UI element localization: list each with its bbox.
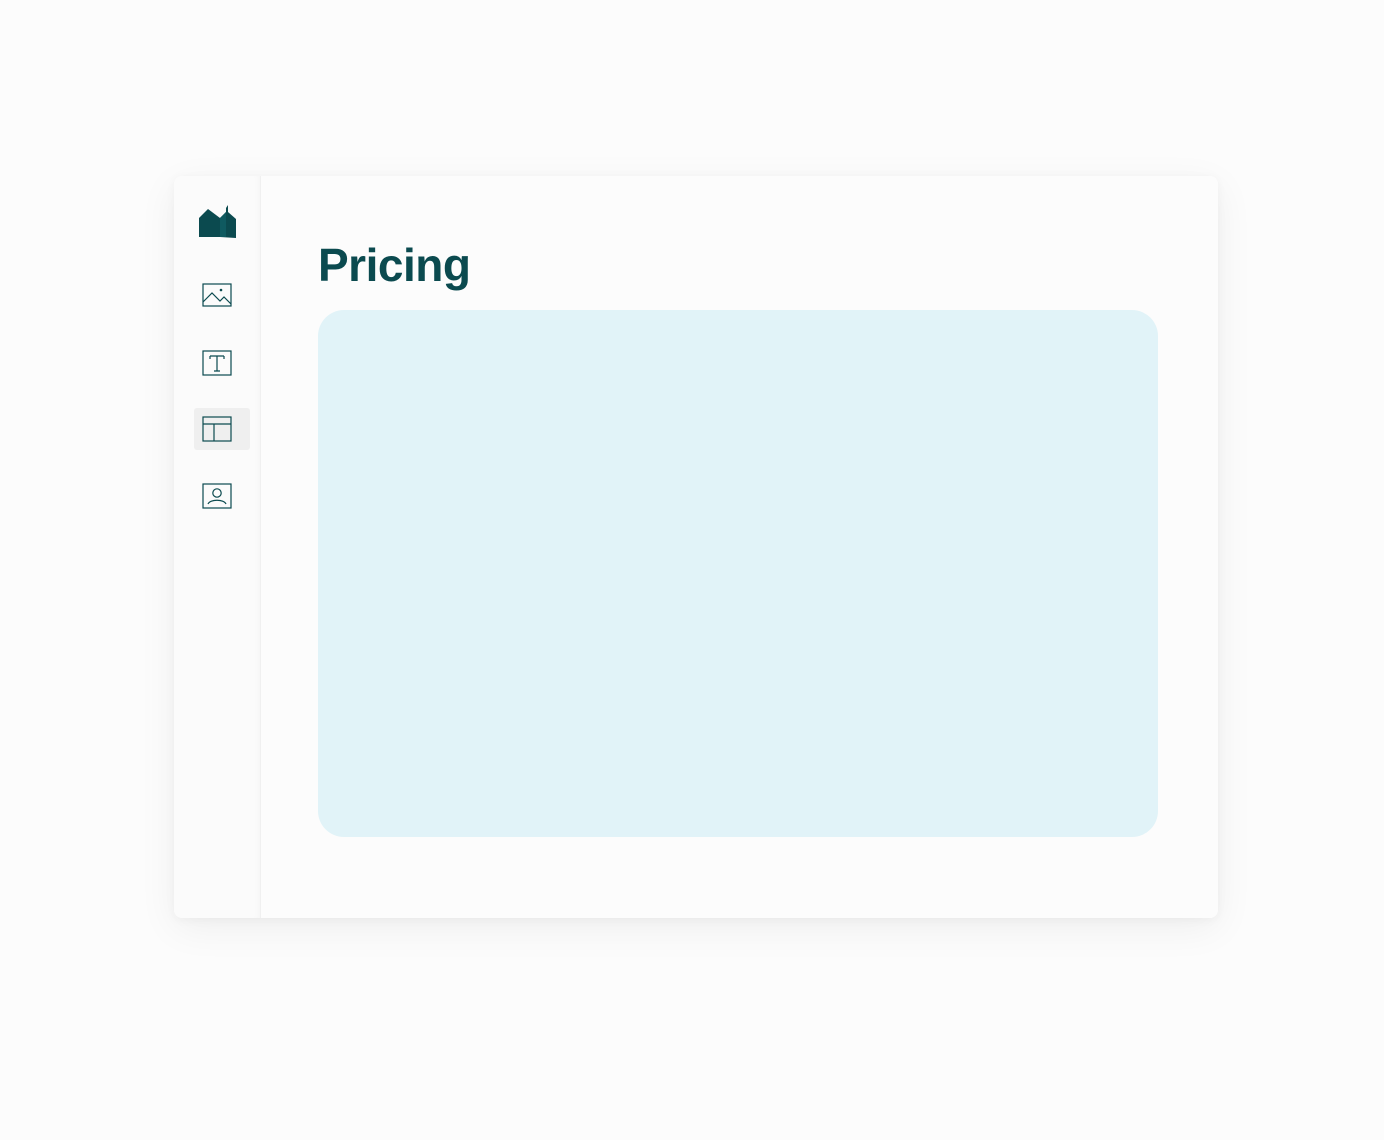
logo-icon [199,205,236,238]
layout-icon [202,416,232,442]
pricing-panel [318,310,1158,837]
sidebar-item-text[interactable] [194,342,250,384]
sidebar [174,176,261,918]
sidebar-item-image[interactable] [194,274,250,316]
text-icon [202,350,232,376]
main-content: Pricing [261,176,1218,918]
logo [198,200,238,240]
sidebar-item-layout[interactable] [194,408,250,450]
app-window: Pricing [174,176,1218,918]
contact-icon [202,483,232,509]
image-icon [202,283,232,307]
page-title: Pricing [318,239,471,291]
sidebar-item-contact[interactable] [194,475,250,517]
